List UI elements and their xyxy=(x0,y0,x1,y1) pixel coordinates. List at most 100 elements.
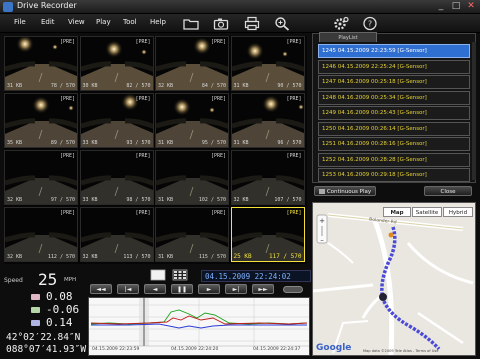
pre-label: [PRE] xyxy=(210,96,226,102)
speed-label: Speed xyxy=(4,277,23,284)
minimize-button[interactable]: _ xyxy=(434,1,448,12)
svg-text:+: + xyxy=(319,217,325,225)
video-thumbnail[interactable]: [PRE] 33 KB 93 / 570 xyxy=(79,93,154,148)
pre-label: [PRE] xyxy=(286,210,302,216)
svg-text:–: – xyxy=(320,236,324,244)
frame-index: 95 / 570 xyxy=(201,140,226,146)
frame-index: 107 / 570 xyxy=(274,197,302,203)
frame-index: 97 / 570 xyxy=(50,197,75,203)
pre-label: [PRE] xyxy=(59,210,75,216)
playlist-item[interactable]: 1252 04.16.2009 00:28:28 [G-Sensor] xyxy=(318,152,470,167)
close-window-button[interactable]: ✕ xyxy=(464,1,478,12)
playlist-item[interactable]: 1245 04.15.2009 22:23:59 [G-Sensor] xyxy=(318,44,470,58)
camera-icon[interactable] xyxy=(213,16,229,31)
file-size: 31 KB xyxy=(233,83,249,89)
menu-tool[interactable]: Tool xyxy=(123,18,137,26)
video-thumbnail[interactable]: [PRE] 31 KB 102 / 570 xyxy=(155,150,229,205)
video-thumbnail[interactable]: [PRE] 30 KB 82 / 570 xyxy=(79,36,154,91)
file-size: 31 KB xyxy=(158,197,174,203)
maximize-button[interactable]: □ xyxy=(449,1,463,12)
playlist-scrollbar[interactable] xyxy=(472,42,476,180)
video-thumbnail[interactable]: [PRE] 32 KB 97 / 570 xyxy=(4,150,78,205)
playlist-item[interactable]: 1246 04.15.2009 22:25:24 [G-Sensor] xyxy=(318,59,470,74)
previous-button[interactable]: |◄ xyxy=(117,284,139,294)
map-tab-map[interactable]: Map xyxy=(383,207,411,217)
file-size: 32 KB xyxy=(82,254,98,260)
video-thumbnail[interactable]: [PRE] 31 KB 90 / 570 xyxy=(230,36,305,91)
video-thumbnail[interactable]: [PRE] 32 KB 112 / 570 xyxy=(4,207,78,262)
playlist-item[interactable]: 1251 04.16.2009 00:28:16 [G-Sensor] xyxy=(318,137,470,151)
step-back-button[interactable]: ◄ xyxy=(144,284,166,294)
pause-button[interactable]: ❚❚ xyxy=(171,284,193,294)
folder-icon[interactable] xyxy=(183,16,199,31)
speed-value: 25 xyxy=(38,270,58,289)
checkbox-icon[interactable] xyxy=(318,189,325,194)
frame-index: 112 / 570 xyxy=(47,254,75,260)
playlist-item[interactable]: 1253 04.16.2009 00:29:18 [G-Sensor] xyxy=(318,168,470,182)
gear-icon[interactable] xyxy=(333,16,349,31)
menu-help[interactable]: Help xyxy=(150,18,166,26)
file-size: 33 KB xyxy=(82,140,98,146)
file-size: 33 KB xyxy=(82,197,98,203)
video-thumbnail[interactable]: [PRE] 31 KB 78 / 570 xyxy=(4,36,78,91)
video-thumbnail[interactable]: [PRE] 32 KB 113 / 570 xyxy=(79,207,154,262)
video-thumbnail[interactable]: [PRE] 31 KB 115 / 570 xyxy=(155,207,229,262)
video-thumbnail[interactable]: [PRE] 32 KB 84 / 570 xyxy=(155,36,229,91)
file-size: 35 KB xyxy=(7,140,23,146)
playlist-panel: PlayList 1245 04.15.2009 22:23:59 [G-Sen… xyxy=(312,32,476,183)
pre-label: [PRE] xyxy=(135,39,151,45)
frame-index: 115 / 570 xyxy=(198,254,226,260)
close-button[interactable]: Close xyxy=(424,186,472,196)
g-x-value: 0.08 xyxy=(46,290,73,303)
graph-time-end: 04.15.2009 22:24:37 xyxy=(253,347,301,352)
playlist-item[interactable]: 1250 04.16.2009 00:26:14 [G-Sensor] xyxy=(318,121,470,136)
pre-label: [PRE] xyxy=(59,96,75,102)
map-panel[interactable]: + – Map Satellite Hybrid Bolander Rd Goo… xyxy=(312,202,476,356)
playlist-item[interactable]: 1247 04.16.2009 00:25:18 [G-Sensor] xyxy=(318,75,470,89)
frame-index: 93 / 570 xyxy=(126,140,151,146)
grid-view-icon[interactable] xyxy=(172,269,188,281)
longitude-value: 088°07′41.93″W xyxy=(6,344,87,355)
g-z-value: 0.14 xyxy=(46,316,73,329)
video-thumbnail[interactable]: [PRE] 33 KB 98 / 570 xyxy=(79,150,154,205)
video-thumbnail[interactable]: [PRE] 35 KB 89 / 570 xyxy=(4,93,78,148)
video-thumbnail[interactable]: [PRE] 31 KB 96 / 570 xyxy=(230,93,305,148)
gy-indicator-icon xyxy=(31,307,40,313)
video-thumbnail[interactable]: [PRE] 32 KB 107 / 570 xyxy=(230,150,305,205)
graph-time-start: 04.15.2009 22:23:59 xyxy=(92,347,140,352)
frame-index: 102 / 570 xyxy=(198,197,226,203)
g-y-value: -0.06 xyxy=(46,303,80,316)
video-thumbnail[interactable]: [PRE] 25 KB 117 / 570 xyxy=(230,207,305,262)
map-tab-hybrid[interactable]: Hybrid xyxy=(443,207,473,217)
menu-view[interactable]: View xyxy=(68,18,85,26)
volume-toggle[interactable] xyxy=(283,286,303,293)
pre-label: [PRE] xyxy=(210,39,226,45)
play-button[interactable]: ► xyxy=(198,284,220,294)
print-icon[interactable] xyxy=(244,16,260,31)
frame-index: 84 / 570 xyxy=(201,83,226,89)
menu-edit[interactable]: Edit xyxy=(41,18,55,26)
file-size: 30 KB xyxy=(82,83,98,89)
frame-index: 117 / 570 xyxy=(268,253,302,260)
single-view-icon[interactable] xyxy=(150,269,166,281)
video-thumbnail[interactable]: [PRE] 31 KB 95 / 570 xyxy=(155,93,229,148)
frame-index: 96 / 570 xyxy=(277,140,302,146)
pre-label: [PRE] xyxy=(135,153,151,159)
continuous-play-button[interactable]: Continuous Play xyxy=(314,186,376,196)
file-size: 31 KB xyxy=(233,140,249,146)
playlist-item[interactable]: 1249 04.16.2009 00:25:43 [G-Sensor] xyxy=(318,106,470,120)
g-sensor-graph[interactable]: 04.15.2009 22:23:59 04.15.2009 22:24:20 … xyxy=(88,297,310,356)
map-canvas[interactable]: + – xyxy=(313,203,476,356)
next-button[interactable]: ►| xyxy=(225,284,247,294)
rewind-button[interactable]: ◄◄ xyxy=(90,284,112,294)
fast-forward-button[interactable]: ►► xyxy=(252,284,274,294)
speed-unit: MPH xyxy=(64,277,77,283)
map-tab-satellite[interactable]: Satellite xyxy=(412,207,442,217)
menu-file[interactable]: File xyxy=(14,18,26,26)
playlist-tab[interactable]: PlayList xyxy=(319,32,377,42)
menu-play[interactable]: Play xyxy=(96,18,111,26)
playlist-item[interactable]: 1248 04.16.2009 00:25:34 [G-Sensor] xyxy=(318,90,470,105)
zoom-icon[interactable] xyxy=(274,16,290,31)
help-icon[interactable]: ? xyxy=(362,16,378,31)
gz-indicator-icon xyxy=(31,320,40,326)
